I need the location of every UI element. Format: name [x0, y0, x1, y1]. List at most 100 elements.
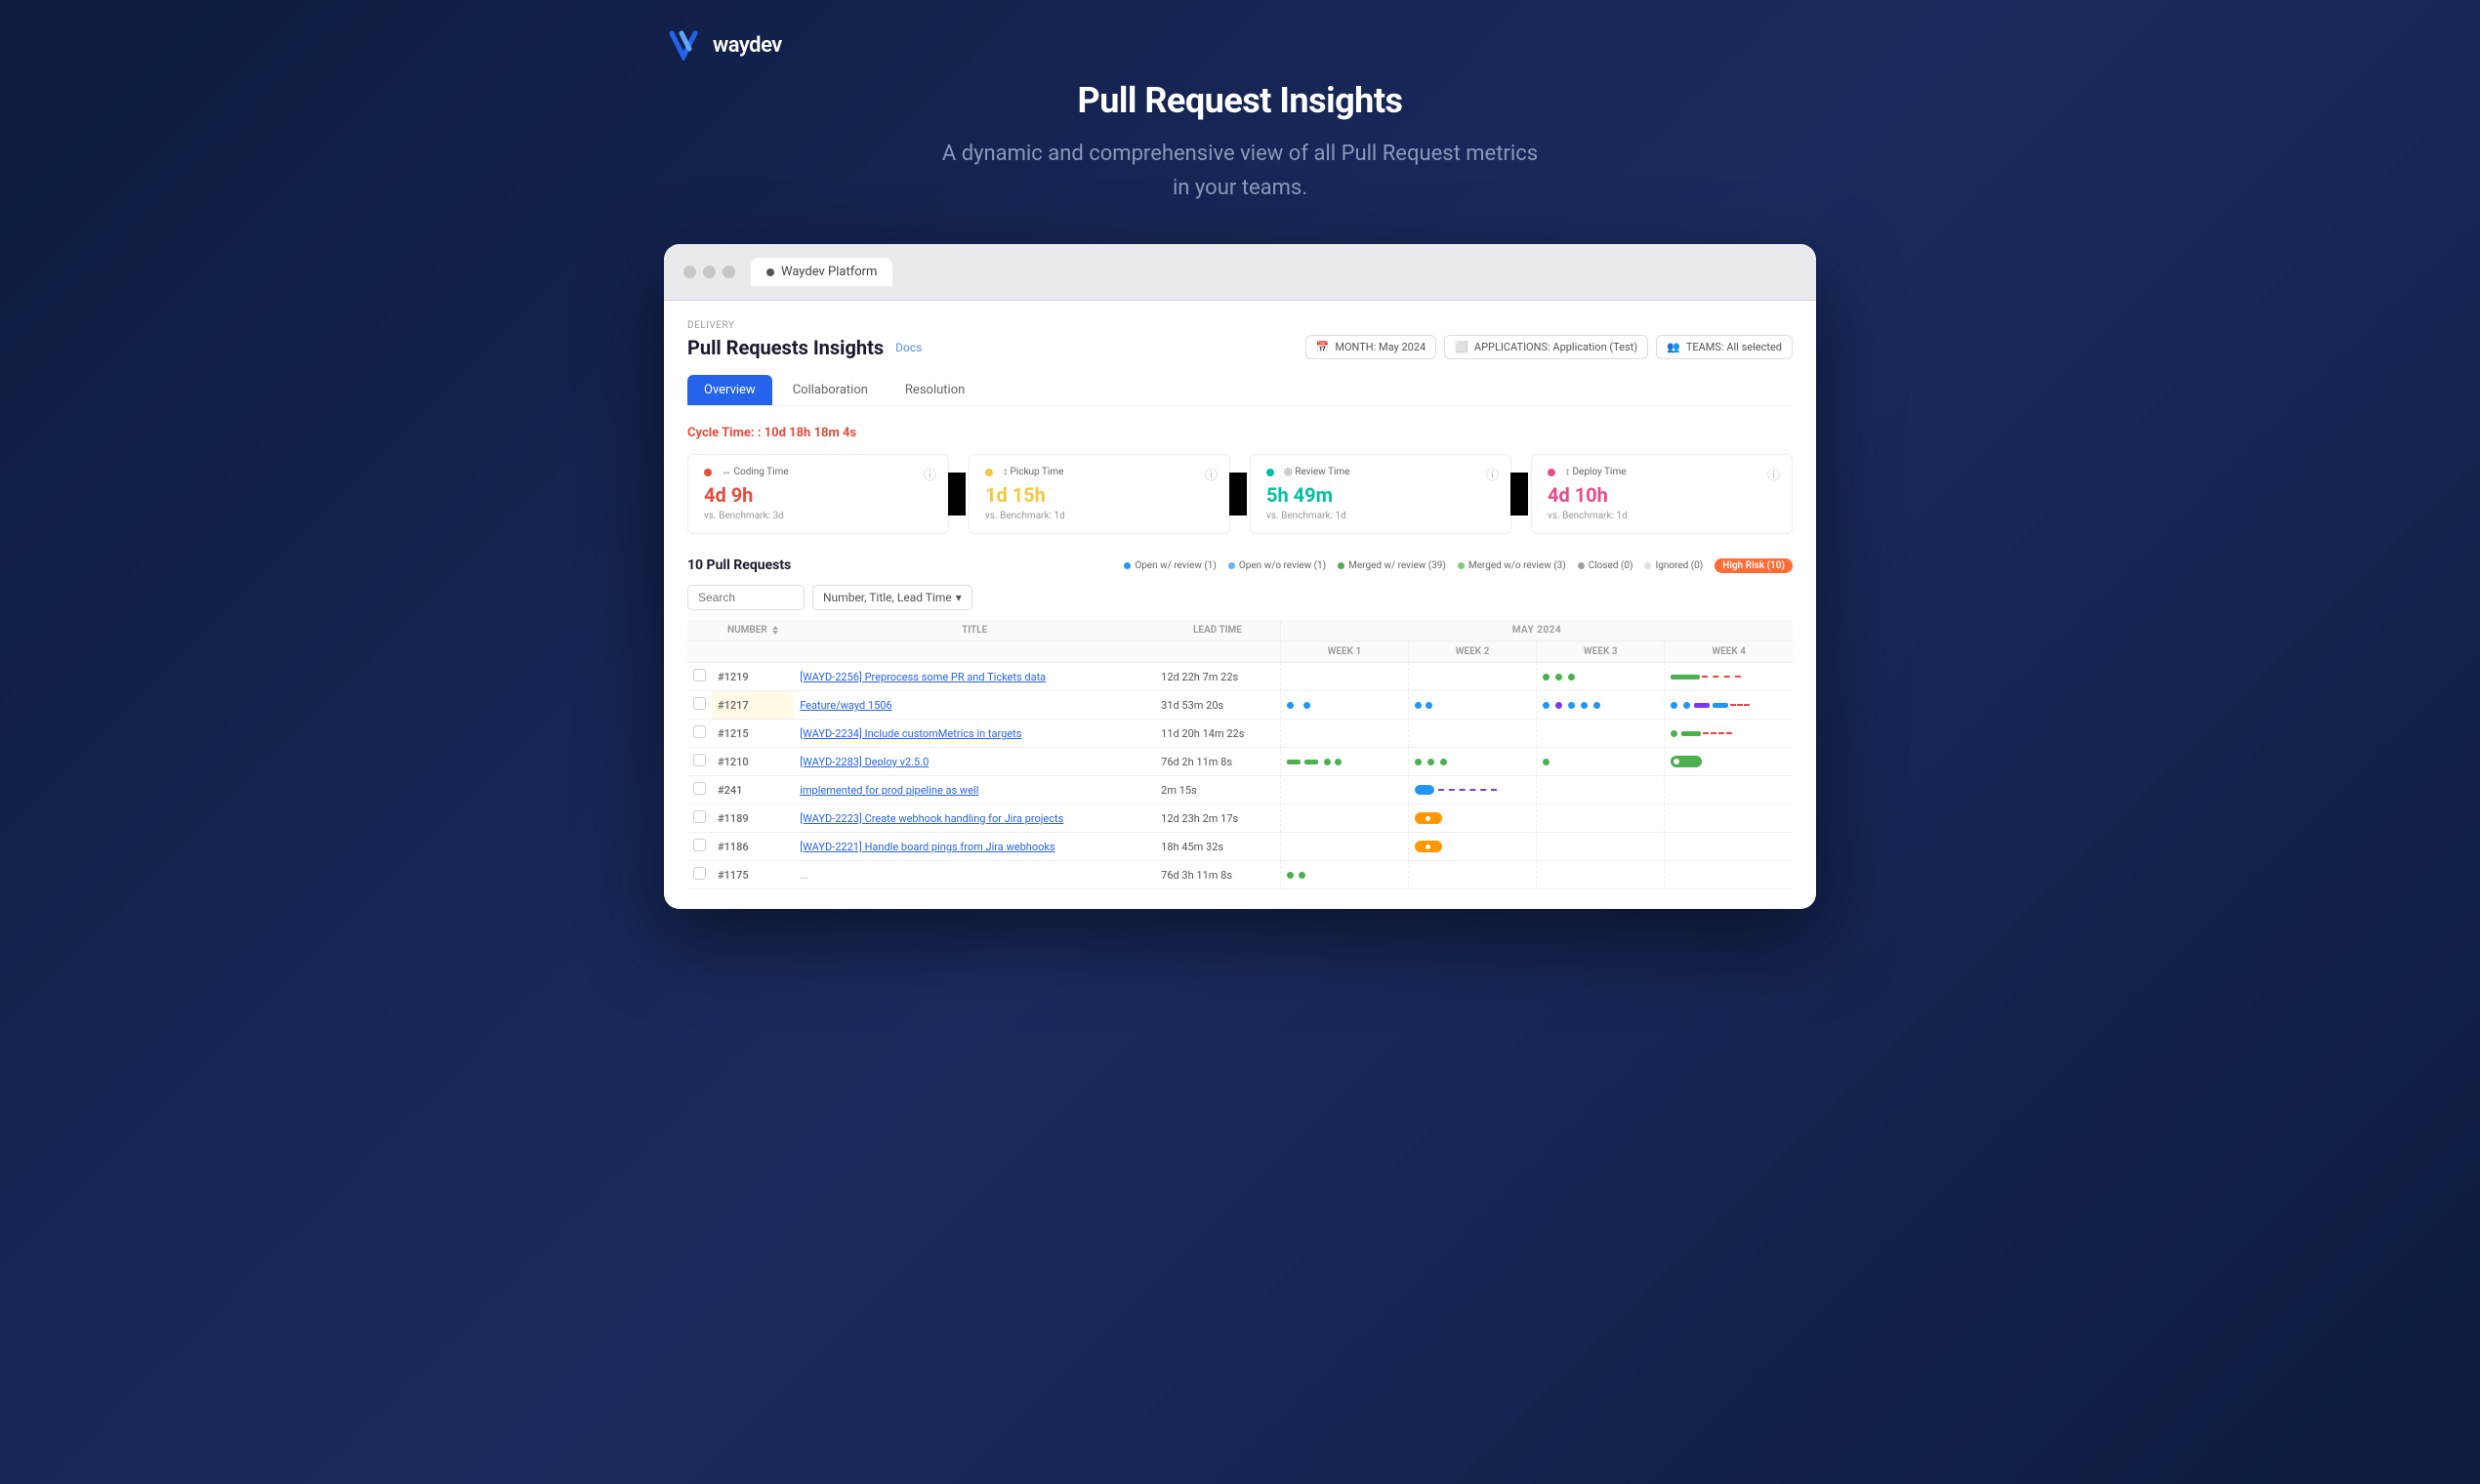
row-1186-title[interactable]: [WAYD-2221] Handle board pings from Jira… — [794, 833, 1155, 861]
row-1175-checkbox[interactable] — [687, 861, 712, 889]
pr-legend: Open w/ review (1) Open w/o review (1) M… — [1124, 558, 1793, 573]
tabs-row: Overview Collaboration Resolution — [687, 375, 1793, 406]
teams-icon: 👥 — [1667, 341, 1680, 353]
waydev-logo-icon — [664, 29, 703, 61]
pr-full-table: NUMBER TITLE LEAD TIME MAY 2024 WEEK 1 — [687, 620, 1793, 889]
month-filter-label: MONTH: May 2024 — [1335, 341, 1426, 353]
row-1215-checkbox[interactable] — [687, 720, 712, 748]
page-title: Pull Requests Insights — [687, 336, 884, 359]
link-1217[interactable]: Feature/wayd 1506 — [800, 699, 891, 712]
metrics-container: ⓘ ↔ Coding Time 4d 9h vs. Benchmark: 3d … — [687, 454, 1793, 534]
applications-filter[interactable]: ⬜ APPLICATIONS: Application (Test) — [1444, 335, 1648, 359]
link-1210[interactable]: [WAYD-2283] Deploy v2.5.0 — [800, 756, 929, 768]
row-1175-week3 — [1537, 861, 1665, 889]
legend-merged-review: Merged w/ review (39) — [1338, 560, 1446, 571]
legend-closed: Closed (0) — [1578, 560, 1633, 571]
chevron-down-icon: ▾ — [956, 591, 962, 604]
teams-filter[interactable]: 👥 TEAMS: All selected — [1656, 335, 1793, 359]
row-1219-title[interactable]: [WAYD-2256] Preprocess some PR and Ticke… — [794, 663, 1155, 691]
row-241-checkbox[interactable] — [687, 776, 712, 804]
deploy-label: ↕ Deploy Time — [1548, 467, 1776, 477]
row-1219-number: #1219 — [712, 663, 794, 691]
legend-label-open-review: Open w/ review (1) — [1135, 560, 1217, 571]
row-1210-title[interactable]: [WAYD-2283] Deploy v2.5.0 — [794, 748, 1155, 776]
logo: waydev — [664, 29, 782, 61]
row-1175-week1 — [1280, 861, 1408, 889]
row-1215-week3 — [1537, 720, 1665, 748]
row-241-title[interactable]: implemented for prod pipeline as well — [794, 776, 1155, 804]
row-1210-week1 — [1280, 748, 1408, 776]
table-row: #1217 Feature/wayd 1506 31d 53m 20s — [687, 691, 1793, 720]
window-tab[interactable]: Waydev Platform — [751, 258, 892, 286]
row-1217-week1 — [1280, 691, 1408, 720]
row-1210-week2 — [1408, 748, 1536, 776]
legend-dot-ignored — [1644, 562, 1651, 569]
docs-link[interactable]: Docs — [895, 341, 922, 354]
legend-open-noreview: Open w/o review (1) — [1228, 560, 1326, 571]
link-1189[interactable]: [WAYD-2223] Create webhook handling for … — [800, 812, 1063, 825]
row-1219-week2 — [1408, 663, 1536, 691]
link-1215[interactable]: [WAYD-2234] Include customMetrics in tar… — [800, 727, 1021, 740]
row-241-week2 — [1408, 776, 1536, 804]
table-row: #1215 [WAYD-2234] Include customMetrics … — [687, 720, 1793, 748]
pickup-label: ↕ Pickup Time — [985, 467, 1214, 477]
checkbox-1186[interactable] — [693, 839, 706, 851]
tab-overview[interactable]: Overview — [687, 375, 772, 405]
sort-label: Number, Title, Lead Time — [823, 591, 952, 604]
checkbox-1210[interactable] — [693, 754, 706, 766]
legend-label-merged-noreview: Merged w/o review (3) — [1468, 560, 1566, 571]
legend-ignored: Ignored (0) — [1644, 560, 1703, 571]
row-1217-checkbox[interactable] — [687, 691, 712, 720]
row-1186-week3 — [1537, 833, 1665, 861]
legend-dot-open-noreview — [1228, 562, 1235, 569]
row-1189-title[interactable]: [WAYD-2223] Create webhook handling for … — [794, 804, 1155, 833]
coding-info-icon[interactable]: ⓘ — [924, 465, 936, 483]
sort-dropdown[interactable]: Number, Title, Lead Time ▾ — [812, 585, 972, 610]
delivery-label: DELIVERY — [687, 320, 1793, 331]
row-1217-title[interactable]: Feature/wayd 1506 — [794, 691, 1155, 720]
th-checkbox — [687, 620, 712, 641]
search-input[interactable] — [687, 585, 805, 610]
checkbox-241[interactable] — [693, 782, 706, 795]
row-241-number: #241 — [712, 776, 794, 804]
table-controls: Number, Title, Lead Time ▾ — [687, 585, 1793, 610]
checkbox-1189[interactable] — [693, 810, 706, 823]
coding-dot — [704, 469, 712, 476]
link-1219[interactable]: [WAYD-2256] Preprocess some PR and Ticke… — [800, 671, 1046, 683]
pickup-label-text: ↕ Pickup Time — [1003, 467, 1063, 477]
row-1215-title[interactable]: [WAYD-2234] Include customMetrics in tar… — [794, 720, 1155, 748]
link-1186[interactable]: [WAYD-2221] Handle board pings from Jira… — [800, 841, 1054, 853]
window-titlebar: Waydev Platform — [664, 244, 1816, 301]
tab-resolution[interactable]: Resolution — [889, 375, 981, 405]
review-label-text: ◎ Review Time — [1284, 467, 1349, 477]
checkbox-1217[interactable] — [693, 697, 706, 710]
filter-row: 📅 MONTH: May 2024 ⬜ APPLICATIONS: Applic… — [1305, 335, 1793, 359]
month-filter[interactable]: 📅 MONTH: May 2024 — [1305, 335, 1437, 359]
deploy-info-icon[interactable]: ⓘ — [1767, 465, 1780, 483]
review-info-icon[interactable]: ⓘ — [1486, 465, 1499, 483]
row-1210-checkbox[interactable] — [687, 748, 712, 776]
hero-subtitle: A dynamic and comprehensive view of all … — [664, 137, 1816, 205]
tab-collaboration[interactable]: Collaboration — [776, 375, 885, 405]
checkbox-1219[interactable] — [693, 669, 706, 681]
row-1189-checkbox[interactable] — [687, 804, 712, 833]
tab-favicon — [766, 268, 774, 276]
row-1217-week4 — [1665, 691, 1793, 720]
link-241[interactable]: implemented for prod pipeline as well — [800, 784, 978, 797]
checkbox-1215[interactable] — [693, 725, 706, 738]
row-1189-week3 — [1537, 804, 1665, 833]
row-1210-week4 — [1665, 748, 1793, 776]
cycle-time-header: Cycle Time: : 10d 18h 18m 4s — [687, 426, 1793, 440]
table-row: #1175 ... 76d 3h 11m 8s — [687, 861, 1793, 889]
pickup-info-icon[interactable]: ⓘ — [1205, 465, 1218, 483]
row-1189-number: #1189 — [712, 804, 794, 833]
row-1219-week1 — [1280, 663, 1408, 691]
review-value: 5h 49m — [1266, 483, 1495, 507]
row-1219-checkbox[interactable] — [687, 663, 712, 691]
row-1186-checkbox[interactable] — [687, 833, 712, 861]
applications-filter-label: APPLICATIONS: Application (Test) — [1474, 341, 1637, 353]
checkbox-1175[interactable] — [693, 867, 706, 880]
table-row: #1186 [WAYD-2221] Handle board pings fro… — [687, 833, 1793, 861]
logo-text: waydev — [713, 33, 782, 58]
combined-table: NUMBER TITLE LEAD TIME MAY 2024 WEEK 1 — [687, 620, 1793, 889]
